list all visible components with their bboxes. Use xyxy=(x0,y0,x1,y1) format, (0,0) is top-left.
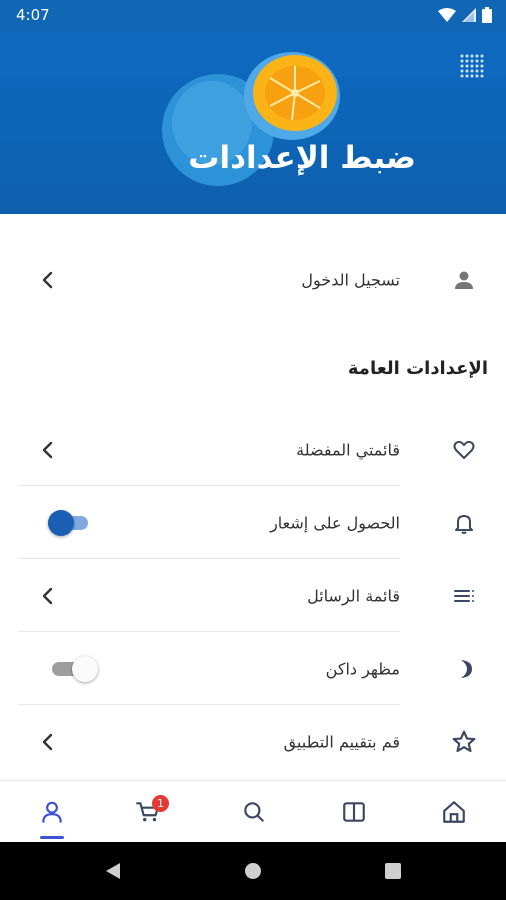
battery-icon xyxy=(482,7,492,23)
favorites-row[interactable]: قائمتي المفضلة xyxy=(18,414,488,486)
nav-profile[interactable] xyxy=(22,781,82,843)
messages-label: قائمة الرسائل xyxy=(307,586,400,606)
search-icon xyxy=(244,802,264,822)
list-icon xyxy=(450,582,478,610)
user-icon xyxy=(450,266,478,294)
grid-pattern-icon[interactable] xyxy=(458,52,484,78)
nav-cart[interactable]: 1 xyxy=(118,781,178,843)
recents-icon[interactable] xyxy=(384,862,402,880)
home-icon xyxy=(443,801,465,823)
user-icon xyxy=(42,801,62,823)
notifications-row: الحصول على إشعار xyxy=(18,487,488,559)
chevron-left-icon xyxy=(42,733,53,751)
settings-content: تسجيل الدخول الإعدادات العامة قائمتي الم… xyxy=(0,214,506,780)
favorites-label: قائمتي المفضلة xyxy=(296,440,400,460)
bell-icon xyxy=(450,509,478,537)
notifications-toggle[interactable] xyxy=(48,510,92,536)
rate-app-label: قم بتقييم التطبيق xyxy=(283,732,400,752)
signal-icon xyxy=(462,8,476,22)
star-icon xyxy=(450,728,478,756)
back-icon[interactable] xyxy=(104,862,122,880)
nav-search[interactable] xyxy=(224,781,284,843)
active-indicator xyxy=(40,836,64,839)
row-divider xyxy=(18,704,400,705)
notifications-label: الحصول على إشعار xyxy=(270,513,400,533)
chevron-left-icon xyxy=(42,271,53,289)
login-label: تسجيل الدخول xyxy=(301,270,400,290)
nav-catalog[interactable] xyxy=(324,781,384,843)
messages-row[interactable]: قائمة الرسائل xyxy=(18,560,488,632)
chevron-left-icon xyxy=(42,441,53,459)
header-banner: ضبط الإعدادات xyxy=(0,0,506,214)
row-divider xyxy=(18,631,400,632)
system-navigation-bar xyxy=(0,842,506,900)
nav-home[interactable] xyxy=(424,781,484,843)
status-bar: 4:07 xyxy=(0,0,506,32)
row-divider xyxy=(18,485,400,486)
cart-badge: 1 xyxy=(152,795,169,812)
bottom-navigation: 1 xyxy=(0,780,506,843)
chevron-left-icon xyxy=(42,587,53,605)
moon-icon xyxy=(450,655,478,683)
dark-mode-label: مظهر داكن xyxy=(325,659,400,679)
rate-app-row[interactable]: قم بتقييم التطبيق xyxy=(18,706,488,778)
status-time: 4:07 xyxy=(16,6,50,24)
wifi-icon xyxy=(438,8,456,22)
dark-mode-toggle[interactable] xyxy=(52,656,98,682)
dark-mode-row: مظهر داكن xyxy=(18,633,488,705)
section-title-general: الإعدادات العامة xyxy=(347,358,488,379)
heart-icon xyxy=(450,436,478,464)
row-divider xyxy=(18,558,400,559)
login-row[interactable]: تسجيل الدخول xyxy=(18,244,488,316)
book-icon xyxy=(343,802,365,822)
home-button-icon[interactable] xyxy=(244,862,262,880)
page-title: ضبط الإعدادات xyxy=(188,140,416,176)
